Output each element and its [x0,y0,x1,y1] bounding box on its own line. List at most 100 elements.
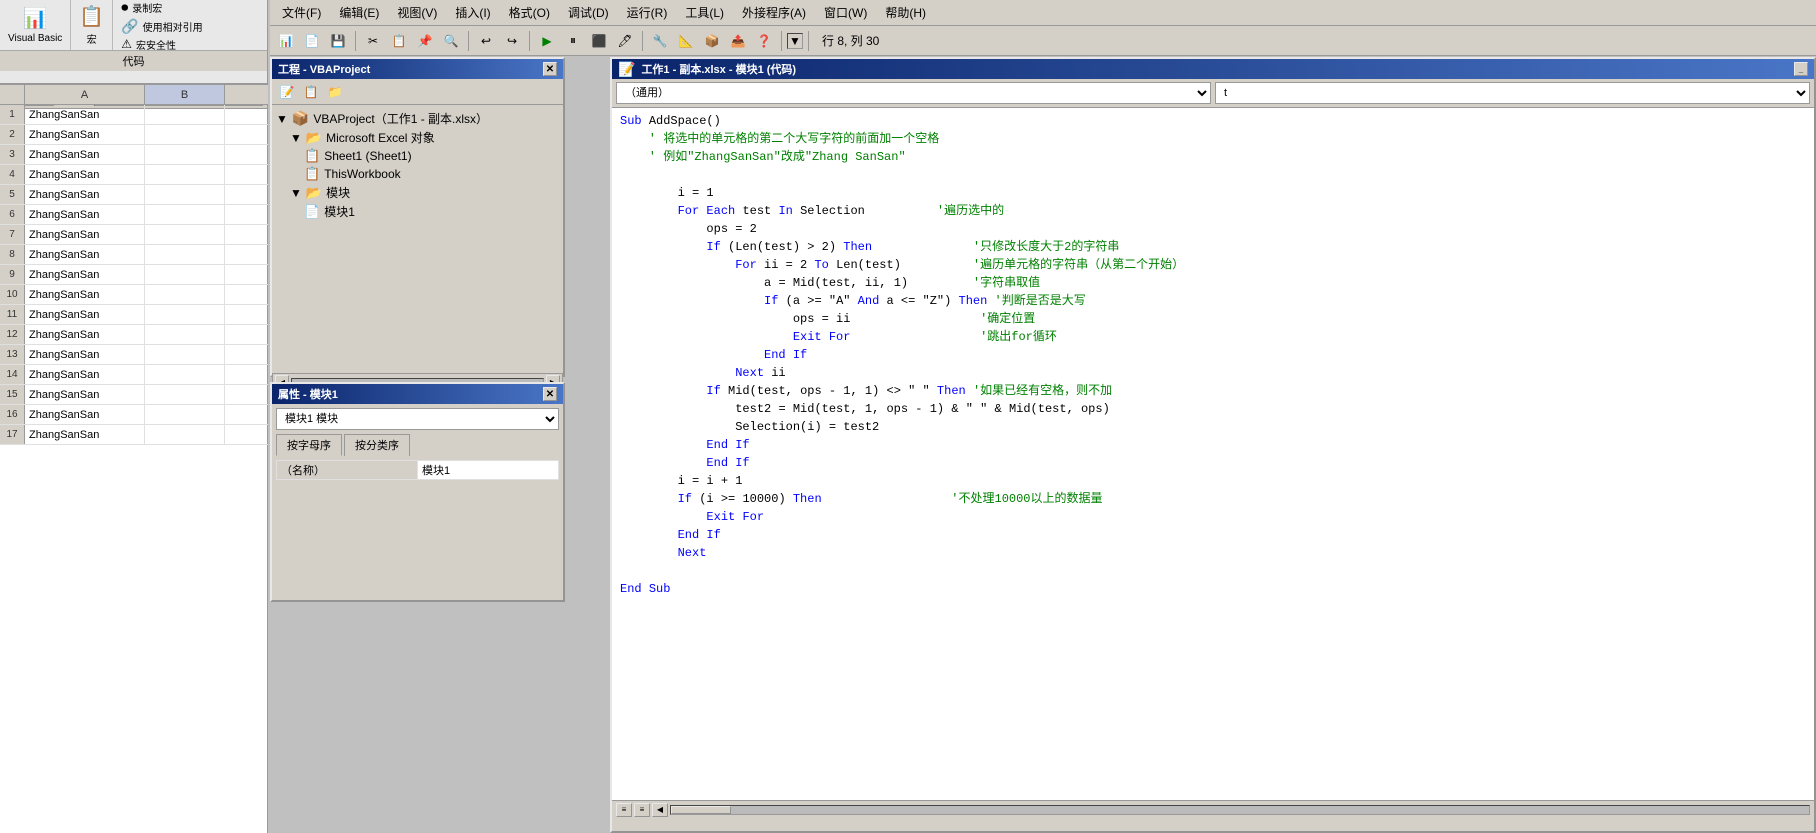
record-macro-btn[interactable]: ⏺ 录制宏 [121,0,202,16]
tb-find[interactable]: 🔍 [439,30,463,52]
project-view-code[interactable]: 📝 [276,82,298,102]
code-editor-minimize[interactable]: _ [1794,62,1808,76]
tb-insert-userform[interactable]: 📄 [300,30,324,52]
cell-a12[interactable]: ZhangSanSan [25,325,145,344]
tree-module1[interactable]: 📄 模块1 [276,202,559,221]
sheet-row[interactable]: 3 ZhangSanSan [0,145,268,165]
cell-b11[interactable] [145,305,225,324]
tb-cut[interactable]: ✂ [361,30,385,52]
cell-b12[interactable] [145,325,225,344]
sheet-row[interactable]: 4 ZhangSanSan [0,165,268,185]
sheet-row[interactable]: 15 ZhangSanSan [0,385,268,405]
code-scroll-left2[interactable]: ≡ [634,803,650,817]
sheet-row[interactable]: 1 ZhangSanSan [0,105,268,125]
sheet-row[interactable]: 6 ZhangSanSan [0,205,268,225]
code-scroll-left3[interactable]: ◀ [652,803,668,817]
tab-alphabetical[interactable]: 按字母序 [276,434,342,456]
cell-b3[interactable] [145,145,225,164]
tb-paste[interactable]: 📌 [413,30,437,52]
menu-edit[interactable]: 编辑(E) [331,2,387,23]
cell-a10[interactable]: ZhangSanSan [25,285,145,304]
menu-window[interactable]: 窗口(W) [816,2,875,23]
cell-b17[interactable] [145,425,225,444]
tree-thisworkbook[interactable]: 📋 ThisWorkbook [276,165,559,183]
project-panel-close[interactable]: ✕ [543,62,557,76]
menu-addins[interactable]: 外接程序(A) [734,2,814,23]
sheet-row[interactable]: 17 ZhangSanSan [0,425,268,445]
tb-debug2[interactable]: 📐 [674,30,698,52]
tb-undo[interactable]: ↩ [474,30,498,52]
cell-a9[interactable]: ZhangSanSan [25,265,145,284]
project-toggle-folders[interactable]: 📁 [324,82,346,102]
menu-run[interactable]: 运行(R) [619,2,676,23]
sheet-row[interactable]: 13 ZhangSanSan [0,345,268,365]
menu-insert[interactable]: 插入(I) [447,2,498,23]
sheet-row[interactable]: 11 ZhangSanSan [0,305,268,325]
sheet-row[interactable]: 7 ZhangSanSan [0,225,268,245]
code-scroll-track[interactable] [670,805,1810,815]
tb-debug3[interactable]: 📦 [700,30,724,52]
cell-b6[interactable] [145,205,225,224]
sheet-row[interactable]: 14 ZhangSanSan [0,365,268,385]
cell-b14[interactable] [145,365,225,384]
cell-b10[interactable] [145,285,225,304]
cell-a3[interactable]: ZhangSanSan [25,145,145,164]
cell-b15[interactable] [145,385,225,404]
relative-ref-btn[interactable]: 🔗 使用相对引用 [121,18,202,35]
cell-a17[interactable]: ZhangSanSan [25,425,145,444]
cell-a15[interactable]: ZhangSanSan [25,385,145,404]
cell-b9[interactable] [145,265,225,284]
sheet-row[interactable]: 5 ZhangSanSan [0,185,268,205]
tb-debug4[interactable]: 📤 [726,30,750,52]
cell-b16[interactable] [145,405,225,424]
cell-b7[interactable] [145,225,225,244]
cell-a5[interactable]: ZhangSanSan [25,185,145,204]
sheet-row[interactable]: 2 ZhangSanSan [0,125,268,145]
visual-basic-icon[interactable]: 📊 [23,6,48,31]
menu-help[interactable]: 帮助(H) [877,2,934,23]
code-proc-dropdown[interactable]: t [1215,82,1810,104]
tab-categorized[interactable]: 按分类序 [344,434,410,456]
properties-close[interactable]: ✕ [543,387,557,401]
tree-modules[interactable]: ▼ 📂 模块 [276,183,559,202]
tb-save[interactable]: 💾 [326,30,350,52]
cell-a11[interactable]: ZhangSanSan [25,305,145,324]
properties-module-select[interactable]: 模块1 模块 [276,408,559,430]
tree-vbaproject[interactable]: ▼ 📦 VBAProject（工作1 - 副本.xlsx） [276,109,559,128]
cell-a16[interactable]: ZhangSanSan [25,405,145,424]
cell-a7[interactable]: ZhangSanSan [25,225,145,244]
tree-excel-objects[interactable]: ▼ 📂 Microsoft Excel 对象 [276,128,559,147]
menu-debug[interactable]: 调试(D) [560,2,617,23]
cell-a14[interactable]: ZhangSanSan [25,365,145,384]
cell-b2[interactable] [145,125,225,144]
menu-view[interactable]: 视图(V) [389,2,445,23]
cell-a6[interactable]: ZhangSanSan [25,205,145,224]
sheet-row[interactable]: 9 ZhangSanSan [0,265,268,285]
cell-b1[interactable] [145,105,225,124]
tb-copy[interactable]: 📋 [387,30,411,52]
code-scroll-left1[interactable]: ≡ [616,803,632,817]
cell-a8[interactable]: ZhangSanSan [25,245,145,264]
cell-a1[interactable]: ZhangSanSan [25,105,145,124]
cell-a4[interactable]: ZhangSanSan [25,165,145,184]
tree-sheet1[interactable]: 📋 Sheet1 (Sheet1) [276,147,559,165]
tb-break[interactable]: ⏸ [561,30,585,52]
tb-view-excel[interactable]: 📊 [274,30,298,52]
cell-a13[interactable]: ZhangSanSan [25,345,145,364]
cell-b5[interactable] [145,185,225,204]
tb-debug1[interactable]: 🔧 [648,30,672,52]
code-content[interactable]: Sub AddSpace() ' 将选中的单元格的第二个大写字符的前面加一个空格… [612,108,1814,800]
sheet-row[interactable]: 10 ZhangSanSan [0,285,268,305]
code-scroll-thumb[interactable] [671,806,731,814]
menu-file[interactable]: 文件(F) [274,2,329,23]
macro-icon[interactable]: 📋 [79,4,104,29]
col-header-a[interactable]: A [25,85,145,104]
menu-format[interactable]: 格式(O) [501,2,558,23]
col-header-b[interactable]: B [145,85,225,104]
cell-b8[interactable] [145,245,225,264]
tb-redo[interactable]: ↪ [500,30,524,52]
tb-design[interactable]: 🖊 [613,30,637,52]
tb-scroll[interactable]: ▼ [787,33,803,49]
tb-run[interactable]: ▶ [535,30,559,52]
sheet-row[interactable]: 16 ZhangSanSan [0,405,268,425]
